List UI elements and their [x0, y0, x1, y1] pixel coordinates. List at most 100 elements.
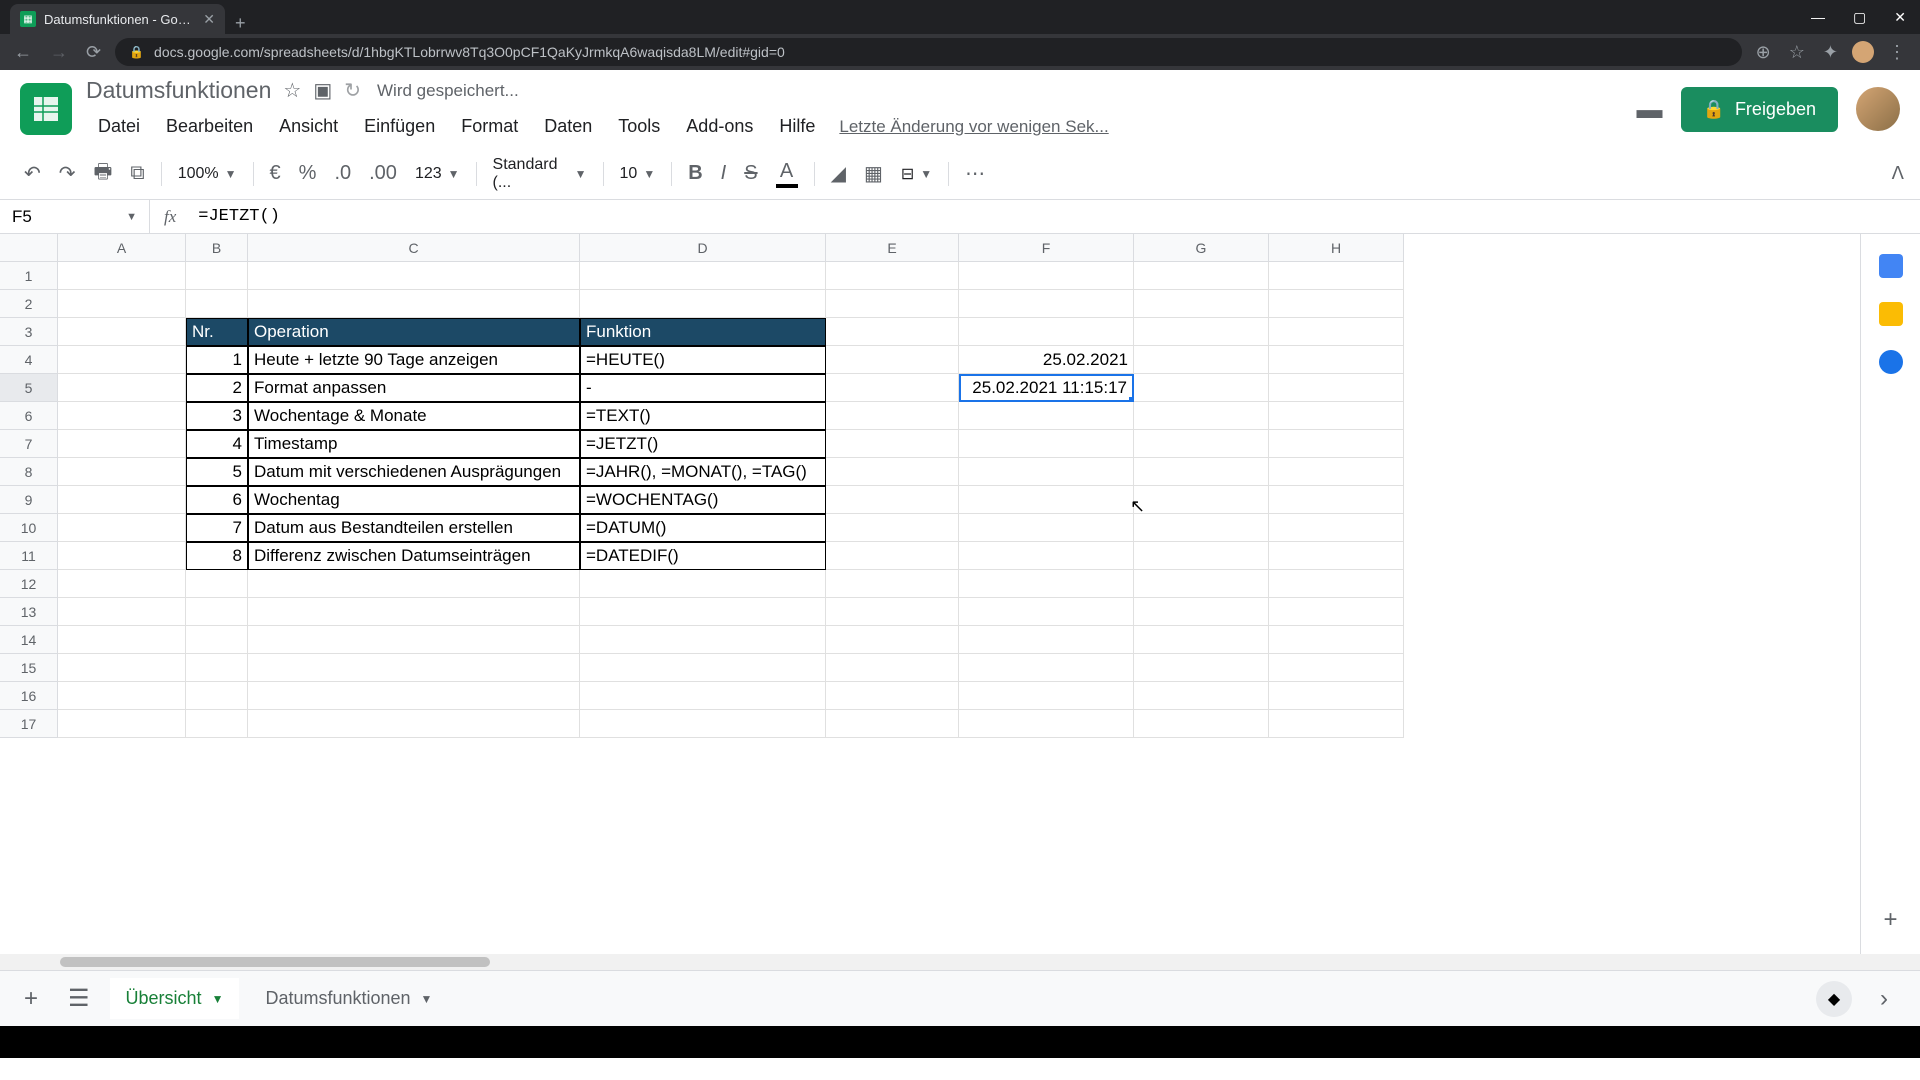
decrease-decimal-icon[interactable]: .0 — [326, 156, 359, 191]
zoom-dropdown[interactable]: 100%▼ — [170, 161, 245, 187]
sheet-tab-datumsfunktionen[interactable]: Datumsfunktionen ▼ — [249, 978, 448, 1019]
cell-E5[interactable] — [826, 374, 959, 402]
cell-F9[interactable] — [959, 486, 1134, 514]
cell-D17[interactable] — [580, 710, 826, 738]
cell-B13[interactable] — [186, 598, 248, 626]
print-icon[interactable]: 🖶 — [86, 151, 121, 197]
cell-F16[interactable] — [959, 682, 1134, 710]
cell-C5[interactable]: Format anpassen — [248, 374, 580, 402]
cell-G11[interactable] — [1134, 542, 1269, 570]
cell-F15[interactable] — [959, 654, 1134, 682]
reload-icon[interactable]: ⟳ — [82, 42, 105, 63]
cell-B3[interactable]: Nr. — [186, 318, 248, 346]
cell-A8[interactable] — [58, 458, 186, 486]
cell-C12[interactable] — [248, 570, 580, 598]
cell-D6[interactable]: =TEXT() — [580, 402, 826, 430]
more-tools-icon[interactable]: ⋯ — [957, 155, 993, 192]
menu-data[interactable]: Daten — [532, 112, 604, 141]
row-header-15[interactable]: 15 — [0, 654, 58, 682]
cell-B11[interactable]: 8 — [186, 542, 248, 570]
cell-H3[interactable] — [1269, 318, 1404, 346]
number-format-dropdown[interactable]: 123▼ — [407, 161, 468, 187]
menu-file[interactable]: Datei — [86, 112, 152, 141]
percent-icon[interactable]: % — [291, 156, 325, 191]
cell-B1[interactable] — [186, 262, 248, 290]
row-header-13[interactable]: 13 — [0, 598, 58, 626]
cell-A17[interactable] — [58, 710, 186, 738]
show-side-panel-icon[interactable]: › — [1862, 985, 1906, 1013]
bookmark-icon[interactable]: ☆ — [1785, 42, 1809, 63]
cell-B10[interactable]: 7 — [186, 514, 248, 542]
fill-color-icon[interactable]: ◢ — [823, 155, 854, 192]
cell-G17[interactable] — [1134, 710, 1269, 738]
cell-A11[interactable] — [58, 542, 186, 570]
font-dropdown[interactable]: Standard (...▼ — [485, 152, 595, 196]
menu-tools[interactable]: Tools — [606, 112, 672, 141]
cell-H14[interactable] — [1269, 626, 1404, 654]
last-edit-link[interactable]: Letzte Änderung vor wenigen Sek... — [839, 117, 1108, 137]
menu-format[interactable]: Format — [449, 112, 530, 141]
row-header-6[interactable]: 6 — [0, 402, 58, 430]
cell-B9[interactable]: 6 — [186, 486, 248, 514]
cell-A13[interactable] — [58, 598, 186, 626]
cell-D8[interactable]: =JAHR(), =MONAT(), =TAG() — [580, 458, 826, 486]
cell-E7[interactable] — [826, 430, 959, 458]
cell-B7[interactable]: 4 — [186, 430, 248, 458]
undo-icon[interactable]: ↶ — [16, 155, 49, 192]
cell-G13[interactable] — [1134, 598, 1269, 626]
cell-A10[interactable] — [58, 514, 186, 542]
close-icon[interactable]: ✕ — [203, 11, 215, 28]
cell-C9[interactable]: Wochentag — [248, 486, 580, 514]
cell-H7[interactable] — [1269, 430, 1404, 458]
cell-C13[interactable] — [248, 598, 580, 626]
calendar-icon[interactable] — [1879, 254, 1903, 278]
cell-D9[interactable]: =WOCHENTAG() — [580, 486, 826, 514]
cell-C15[interactable] — [248, 654, 580, 682]
cell-E16[interactable] — [826, 682, 959, 710]
cell-B6[interactable]: 3 — [186, 402, 248, 430]
row-header-9[interactable]: 9 — [0, 486, 58, 514]
cell-C6[interactable]: Wochentage & Monate — [248, 402, 580, 430]
cell-F3[interactable] — [959, 318, 1134, 346]
cell-D5[interactable]: - — [580, 374, 826, 402]
cell-F4[interactable]: 25.02.2021 — [959, 346, 1134, 374]
cell-B4[interactable]: 1 — [186, 346, 248, 374]
cell-E8[interactable] — [826, 458, 959, 486]
browser-menu-icon[interactable]: ⋮ — [1884, 42, 1910, 63]
cell-A2[interactable] — [58, 290, 186, 318]
increase-decimal-icon[interactable]: .00 — [361, 156, 405, 191]
cell-F7[interactable] — [959, 430, 1134, 458]
cell-H1[interactable] — [1269, 262, 1404, 290]
cell-D10[interactable]: =DATUM() — [580, 514, 826, 542]
cell-A16[interactable] — [58, 682, 186, 710]
cell-G6[interactable] — [1134, 402, 1269, 430]
cell-E6[interactable] — [826, 402, 959, 430]
maximize-icon[interactable]: ▢ — [1839, 9, 1880, 26]
cell-A4[interactable] — [58, 346, 186, 374]
cell-B2[interactable] — [186, 290, 248, 318]
cell-A5[interactable] — [58, 374, 186, 402]
sheets-logo[interactable] — [20, 83, 72, 135]
cell-A1[interactable] — [58, 262, 186, 290]
address-bar[interactable]: 🔒 docs.google.com/spreadsheets/d/1hbgKTL… — [115, 38, 1742, 66]
borders-icon[interactable]: ▦ — [856, 155, 891, 192]
cell-G2[interactable] — [1134, 290, 1269, 318]
cell-D14[interactable] — [580, 626, 826, 654]
bold-icon[interactable]: B — [680, 156, 710, 191]
row-header-1[interactable]: 1 — [0, 262, 58, 290]
cell-G14[interactable] — [1134, 626, 1269, 654]
cell-D11[interactable]: =DATEDIF() — [580, 542, 826, 570]
cell-E15[interactable] — [826, 654, 959, 682]
cell-H10[interactable] — [1269, 514, 1404, 542]
horizontal-scrollbar[interactable] — [0, 954, 1920, 970]
cell-H6[interactable] — [1269, 402, 1404, 430]
currency-icon[interactable]: € — [262, 156, 289, 191]
add-side-panel-icon[interactable]: + — [1883, 906, 1897, 934]
forward-icon[interactable]: → — [46, 42, 72, 63]
row-header-8[interactable]: 8 — [0, 458, 58, 486]
cell-E4[interactable] — [826, 346, 959, 374]
cell-H2[interactable] — [1269, 290, 1404, 318]
cell-F12[interactable] — [959, 570, 1134, 598]
cell-B14[interactable] — [186, 626, 248, 654]
star-icon[interactable]: ☆ — [283, 78, 301, 103]
